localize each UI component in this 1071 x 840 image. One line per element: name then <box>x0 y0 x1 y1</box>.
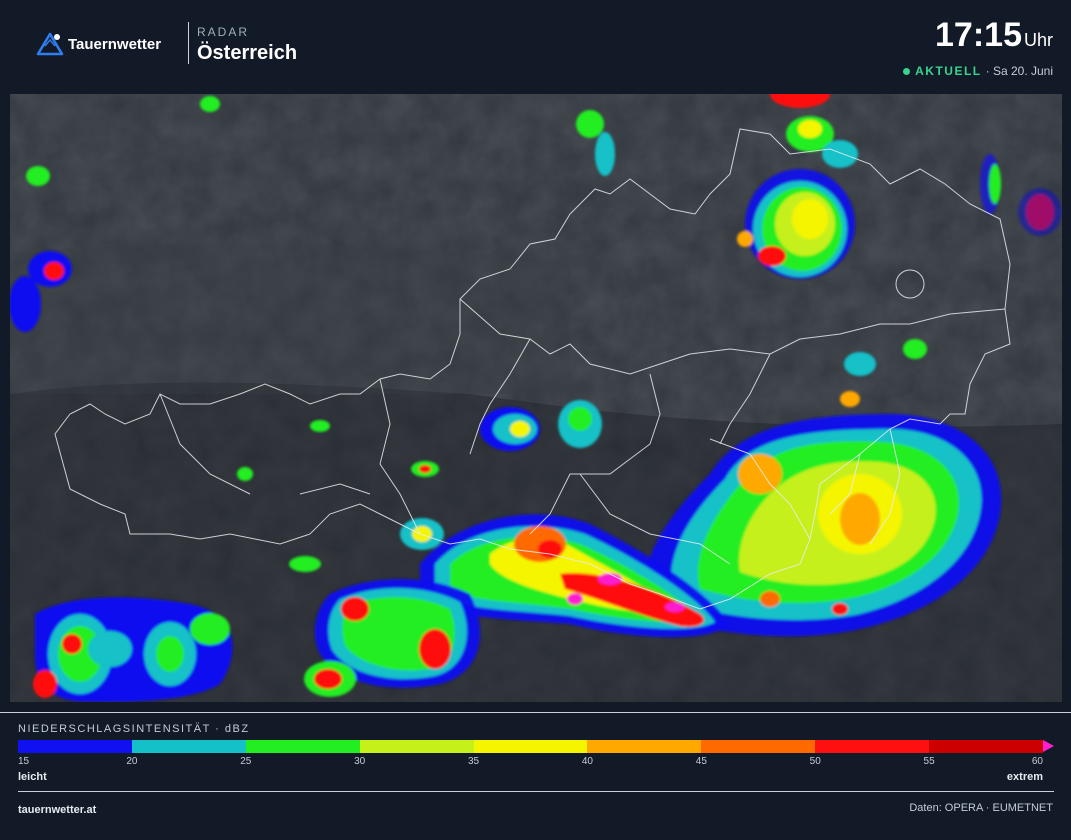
scale-high-label: extrem <box>1006 771 1043 783</box>
scale-tick-label: 55 <box>923 756 935 767</box>
time-value: 17:15 <box>935 16 1022 54</box>
scale-segment <box>587 740 702 753</box>
scale-tick-label: 50 <box>809 756 821 767</box>
scale-segment <box>18 740 132 753</box>
status-badge: AKTUELL <box>915 64 982 78</box>
data-credits: Daten: OPERA · EUMETNET <box>909 802 1053 814</box>
radar-map-canvas <box>10 94 1062 702</box>
scale-ticks: 15 20 25 30 35 40 45 50 55 60 <box>18 756 1043 770</box>
scale-tick-label: 60 <box>1031 756 1043 767</box>
time-unit: Uhr <box>1023 30 1053 50</box>
scale-tick-label: 45 <box>695 756 707 767</box>
scale-tick-label: 40 <box>581 756 593 767</box>
scale-segment <box>929 740 1044 753</box>
legend-divider-top <box>0 712 1071 713</box>
color-scale-bar <box>18 740 1044 753</box>
legend-divider-bottom <box>18 791 1054 792</box>
legend-title: NIEDERSCHLAGSINTENSITÄT · dBZ <box>18 723 250 735</box>
date-label: · Sa 20. Juni <box>985 64 1053 78</box>
status-line: AKTUELL · Sa 20. Juni <box>903 64 1053 78</box>
live-dot-icon <box>903 67 911 75</box>
brand-name: Tauernwetter <box>68 35 162 53</box>
scale-segment <box>815 740 930 753</box>
time-display: 17:15 Uhr <box>935 16 1053 55</box>
scale-overflow-arrow-icon <box>1043 740 1054 752</box>
scale-tick-label: 30 <box>354 756 366 767</box>
region-title: Österreich <box>197 42 298 64</box>
header: Tauernwetter RADAR Österreich 17:15 Uhr A… <box>0 0 1071 88</box>
scale-segment <box>245 740 360 753</box>
radar-map[interactable] <box>10 94 1062 702</box>
mountain-logo-icon <box>36 32 64 56</box>
scale-segment <box>359 740 474 753</box>
scale-low-label: leicht <box>18 771 47 783</box>
scale-tick-label: 20 <box>126 756 138 767</box>
header-divider <box>188 22 189 64</box>
scale-tick-label: 25 <box>240 756 252 767</box>
scale-segment <box>473 740 588 753</box>
section-label: RADAR <box>197 25 250 39</box>
scale-tick-label: 35 <box>467 756 480 767</box>
scale-tick-label: 15 <box>18 756 30 767</box>
scale-segment <box>701 740 816 753</box>
brand-logo[interactable]: Tauernwetter <box>36 31 161 57</box>
scale-segment <box>131 740 246 753</box>
site-link[interactable]: tauernwetter.at <box>18 804 96 816</box>
